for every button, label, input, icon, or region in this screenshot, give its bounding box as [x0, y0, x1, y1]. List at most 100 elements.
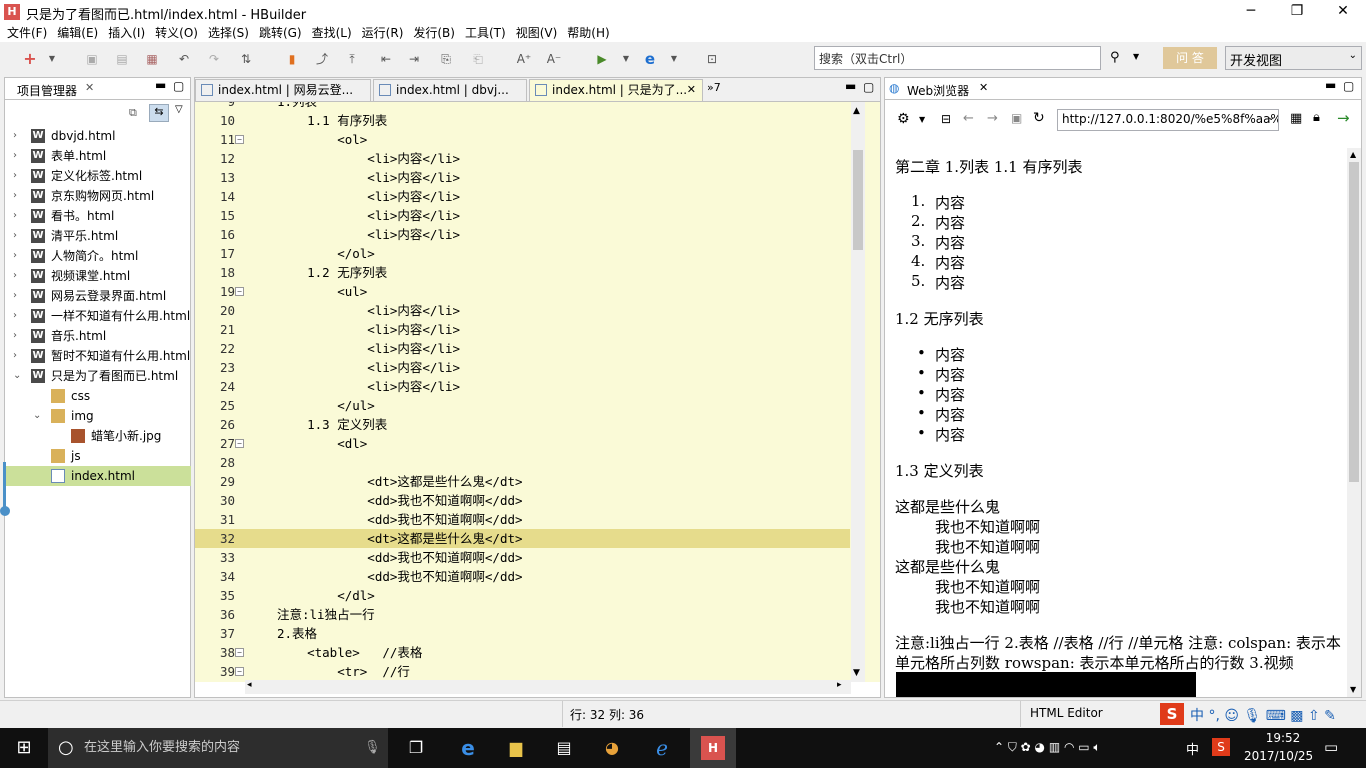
font-increase-icon[interactable]: A⁺ — [516, 51, 532, 67]
scroll-up-icon[interactable]: ▲ — [853, 106, 860, 116]
tree-item[interactable]: › W 一样不知道有什么用.html — [5, 306, 191, 326]
chevron-right-icon[interactable]: › — [13, 246, 17, 266]
goto-icon[interactable]: ⤴ — [314, 51, 330, 67]
code-line[interactable]: 35 </dl> — [195, 586, 850, 605]
code-line[interactable]: 19− <ul> — [195, 282, 850, 301]
maximize-panel-icon[interactable]: ▢ — [1343, 79, 1354, 93]
task-view-icon[interactable]: ❐ — [404, 736, 428, 760]
store-icon[interactable]: ▤ — [552, 736, 576, 760]
code-line[interactable]: 32 <dt>这都是些什么鬼</dt> — [195, 529, 850, 548]
edge-icon[interactable]: e — [456, 736, 480, 760]
code-line[interactable]: 29 <dt>这都是些什么鬼</dt> — [195, 472, 850, 491]
tree-item[interactable]: js — [5, 446, 191, 466]
settings-gear-icon[interactable]: ⚙ — [897, 111, 910, 127]
tree-item[interactable]: › W 视频课堂.html — [5, 266, 191, 286]
chevron-right-icon[interactable]: › — [13, 266, 17, 286]
menu-item[interactable]: 视图(V) — [511, 24, 563, 42]
code-line[interactable]: 10 1.1 有序列表 — [195, 111, 850, 130]
maximize-panel-icon[interactable]: ▢ — [173, 79, 184, 93]
editor-horizontal-scrollbar[interactable]: ◂ ▸ — [245, 680, 851, 694]
uc-browser-icon[interactable]: ◕ — [600, 736, 624, 760]
code-line[interactable]: 38− <table> //表格 — [195, 643, 850, 662]
uncomment-icon[interactable]: ⎗ — [470, 51, 486, 67]
bookmark-icon[interactable]: ▮ — [284, 51, 300, 67]
more-tabs-button[interactable]: »7 — [707, 81, 721, 94]
minimize-icon[interactable]: ─ — [1228, 0, 1274, 24]
fold-toggle-icon[interactable]: − — [235, 648, 244, 657]
refresh-icon[interactable]: ▦ — [144, 51, 160, 67]
tree-item[interactable]: › W 京东购物网页.html — [5, 186, 191, 206]
tree-item[interactable]: ⌄ img — [5, 406, 191, 426]
menu-item[interactable]: 编辑(E) — [52, 24, 103, 42]
project-tab[interactable]: 项目管理器 ✕ ▬ ▢ — [5, 78, 190, 100]
save-icon[interactable]: ▣ — [84, 51, 100, 67]
stop-icon[interactable]: ▣ — [1011, 111, 1022, 125]
menu-item[interactable]: 文件(F) — [2, 24, 52, 42]
font-decrease-icon[interactable]: A⁻ — [546, 51, 562, 67]
view-select[interactable]: 开发视图 ⌄ — [1225, 46, 1362, 70]
tab-dbvjd-index[interactable]: index.html | dbvj... — [373, 79, 527, 101]
scroll-left-icon[interactable]: ◂ — [247, 680, 252, 690]
taskbar-search[interactable]: ○ 在这里输入你要搜索的内容 🎙︎ — [48, 728, 388, 768]
code-line[interactable]: 12 <li>内容</li> — [195, 149, 850, 168]
go-arrow-icon[interactable]: → — [1337, 109, 1350, 127]
chevron-right-icon[interactable]: › — [13, 126, 17, 146]
scroll-thumb[interactable] — [1349, 162, 1359, 482]
video-element[interactable] — [896, 672, 1196, 697]
format-icon[interactable]: ⇅ — [238, 51, 254, 67]
close-tab-icon[interactable]: ✕ — [85, 81, 94, 94]
code-line[interactable]: 17 </ol> — [195, 244, 850, 263]
menu-item[interactable]: 查找(L) — [307, 24, 357, 42]
chevron-right-icon[interactable]: › — [13, 206, 17, 226]
comment-icon[interactable]: ⎘ — [438, 51, 454, 67]
lock-icon[interactable]: 🔒︎ — [1313, 110, 1320, 125]
ime-toolbar-icons[interactable]: 中 °, ☺ 🎙︎ ⌨ ▩ ⇧ ✎ — [1190, 705, 1336, 725]
run-icon[interactable]: ▶ — [594, 51, 610, 67]
menu-item[interactable]: 插入(I) — [103, 24, 150, 42]
tree-item[interactable]: › W 定义化标签.html — [5, 166, 191, 186]
fold-toggle-icon[interactable]: − — [235, 439, 244, 448]
code-line[interactable]: 30 <dd>我也不知道啊啊</dd> — [195, 491, 850, 510]
tree-item[interactable]: › W 表单.html — [5, 146, 191, 166]
chevron-right-icon[interactable]: › — [13, 306, 17, 326]
save-all-icon[interactable]: ▤ — [114, 51, 130, 67]
browser-edge-icon[interactable]: e — [642, 51, 658, 67]
close-tab-icon[interactable]: ✕ — [979, 81, 988, 94]
link-editor-icon[interactable]: ⇆ — [149, 104, 169, 122]
minimize-panel-icon[interactable]: ▬ — [155, 78, 166, 92]
code-line[interactable]: 28 — [195, 453, 850, 472]
fold-toggle-icon[interactable]: − — [235, 287, 244, 296]
new-dropdown-icon[interactable]: ▼ — [44, 51, 60, 67]
chevron-right-icon[interactable]: › — [13, 326, 17, 346]
scroll-up-icon[interactable]: ▲ — [1350, 150, 1356, 159]
search-input[interactable]: 搜索（双击Ctrl） — [814, 46, 1101, 70]
menu-item[interactable]: 跳转(G) — [254, 24, 307, 42]
chevron-right-icon[interactable]: › — [13, 346, 17, 366]
code-line[interactable]: 21 <li>内容</li> — [195, 320, 850, 339]
export-icon[interactable]: ⤒ — [344, 51, 360, 67]
back-icon[interactable]: ← — [963, 111, 974, 126]
sogou-tray-icon[interactable]: S — [1212, 738, 1230, 756]
clock-time[interactable]: 19:52 — [1258, 731, 1308, 745]
code-line[interactable]: 33 <dd>我也不知道啊啊</dd> — [195, 548, 850, 567]
minimize-panel-icon[interactable]: ▬ — [1325, 78, 1336, 92]
tab-netease-index[interactable]: index.html | 网易云登... — [195, 79, 371, 101]
code-line[interactable]: 39− <tr> //行 — [195, 662, 850, 681]
windows-start-icon[interactable]: ⊞ — [12, 736, 36, 760]
code-line[interactable]: 36 注意:li独占一行 — [195, 605, 850, 624]
chevron-right-icon[interactable]: › — [13, 186, 17, 206]
chevron-down-icon[interactable]: ⌄ — [33, 406, 41, 426]
scroll-down-icon[interactable]: ▼ — [1350, 685, 1356, 694]
close-icon[interactable]: ✕ — [1320, 0, 1366, 24]
chevron-right-icon[interactable]: › — [13, 166, 17, 186]
code-line[interactable]: 27− <dl> — [195, 434, 850, 453]
hbuilder-taskbar-button[interactable]: H — [690, 728, 736, 768]
chevron-right-icon[interactable]: › — [13, 226, 17, 246]
microphone-icon[interactable]: 🎙︎ — [364, 728, 381, 768]
code-line[interactable]: 20 <li>内容</li> — [195, 301, 850, 320]
sogou-ime-icon[interactable]: S — [1160, 703, 1184, 725]
undo-icon[interactable]: ↶ — [176, 51, 192, 67]
clock-date[interactable]: 2017/10/25 — [1244, 749, 1313, 763]
menu-item[interactable]: 帮助(H) — [562, 24, 614, 42]
system-tray-icons[interactable]: ⌃ ⛉ ✿ ◕ ▥ ◠ ▭ 🔈︎ — [994, 740, 1101, 755]
